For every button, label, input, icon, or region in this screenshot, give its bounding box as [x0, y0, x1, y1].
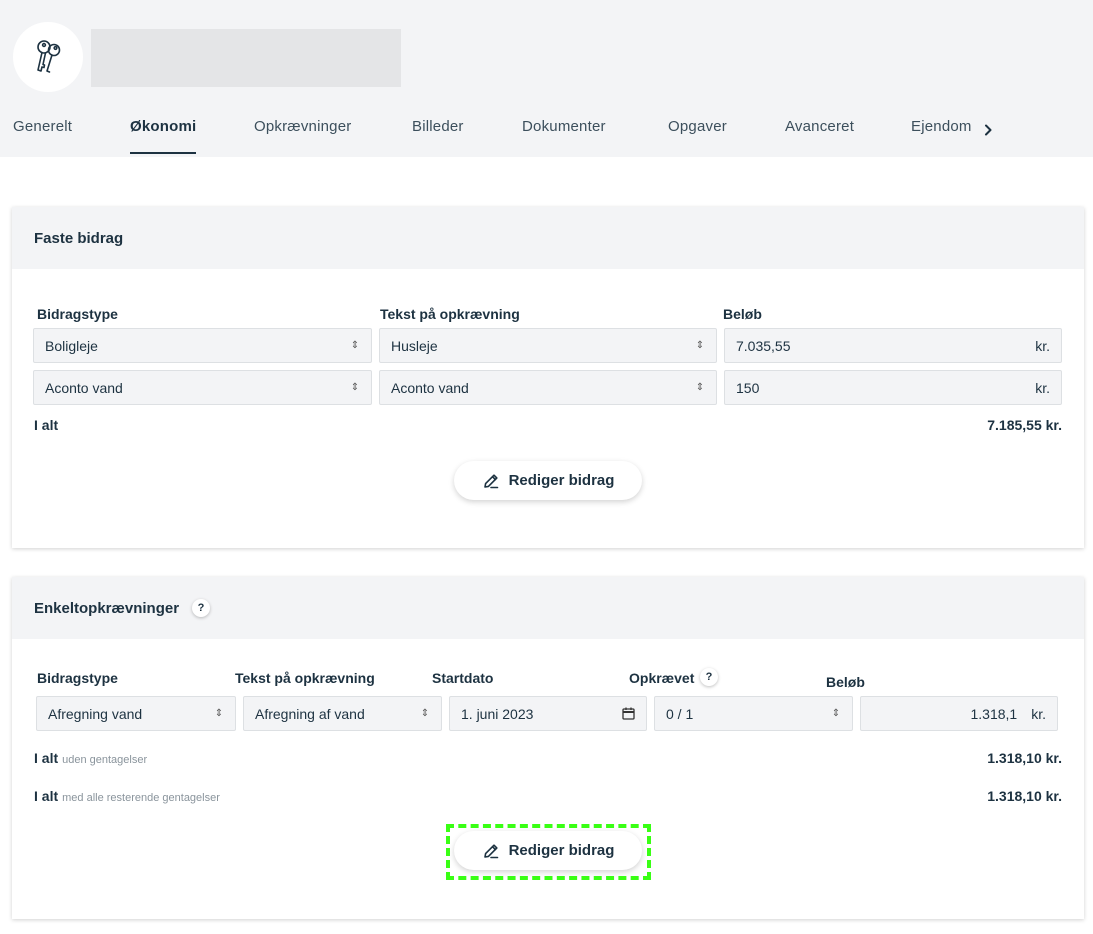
edit-bidrag-button[interactable]: Rediger bidrag [454, 461, 642, 500]
belob-input[interactable]: 150 kr. [724, 370, 1062, 405]
total-value: 7.185,55 kr. [987, 417, 1062, 433]
enkelt-header: Enkeltopkrævninger ? [12, 577, 1084, 639]
col-label-opkraevet: Opkrævet [629, 670, 695, 686]
col-label-belob: Beløb [826, 674, 865, 690]
help-icon[interactable]: ? [700, 668, 718, 686]
tab-generelt[interactable]: Generelt [13, 118, 72, 135]
select-arrow-icon: ⇕ [695, 382, 705, 393]
faste-bidrag-title: Faste bidrag [12, 207, 1084, 269]
total-med-gentagelser-label: I alt med alle resterende gentagelser [34, 788, 220, 804]
select-arrow-icon: ⇕ [214, 708, 224, 719]
select-arrow-icon: ⇕ [831, 708, 841, 719]
tekst-select[interactable]: Aconto vand ⇕ [379, 370, 717, 405]
bidragstype-select[interactable]: Aconto vand ⇕ [33, 370, 372, 405]
belob-input[interactable]: 1.318,1 kr. [860, 696, 1058, 731]
startdato-input[interactable]: 1. juni 2023 [449, 696, 647, 731]
tab-billeder[interactable]: Billeder [412, 118, 464, 135]
faste-bidrag-card: Faste bidrag Bidragstype Tekst på opkræv… [12, 207, 1084, 548]
tekst-select[interactable]: Husleje ⇕ [379, 328, 717, 363]
col-label-tekst: Tekst på opkrævning [380, 306, 520, 322]
opkraevet-select[interactable]: 0 / 1 ⇕ [654, 696, 853, 731]
tab-avanceret[interactable]: Avanceret [785, 118, 854, 135]
avatar [13, 22, 83, 92]
total-uden-gentagelser-label: I alt uden gentagelser [34, 750, 148, 766]
belob-input[interactable]: 7.035,55 kr. [724, 328, 1062, 363]
select-arrow-icon: ⇕ [350, 382, 360, 393]
help-icon[interactable]: ? [192, 599, 211, 617]
tab-ejendom[interactable]: Ejendom [911, 118, 972, 135]
col-label-bidragstype: Bidragstype [37, 670, 118, 686]
enkeltopkraevninger-card: Enkeltopkrævninger ? Bidragstype Tekst p… [12, 577, 1084, 919]
col-label-tekst: Tekst på opkrævning [235, 670, 375, 686]
select-arrow-icon: ⇕ [350, 340, 360, 351]
pencil-icon [483, 843, 498, 858]
page-header: Generelt Økonomi Opkrævninger Billeder D… [0, 0, 1093, 157]
tab-opgaver[interactable]: Opgaver [668, 118, 727, 135]
total-label: I alt [34, 417, 59, 433]
tab-opkraevninger[interactable]: Opkrævninger [254, 118, 351, 135]
bidragstype-select[interactable]: Afregning vand ⇕ [36, 696, 236, 731]
pencil-icon [483, 473, 498, 488]
tekst-select[interactable]: Afregning af vand ⇕ [243, 696, 442, 731]
total-uden-gentagelser-value: 1.318,10 kr. [987, 750, 1062, 766]
edit-bidrag-button[interactable]: Rediger bidrag [454, 831, 642, 870]
tab-dokumenter[interactable]: Dokumenter [522, 118, 606, 135]
col-label-bidragstype: Bidragstype [37, 306, 118, 322]
total-med-gentagelser-value: 1.318,10 kr. [987, 788, 1062, 804]
col-label-startdato: Startdato [432, 670, 494, 686]
title-placeholder [91, 29, 401, 87]
select-arrow-icon: ⇕ [695, 340, 705, 351]
col-label-belob: Beløb [723, 306, 762, 322]
enkelt-title: Enkeltopkrævninger [34, 599, 180, 617]
keys-icon [37, 40, 61, 73]
bidragstype-select[interactable]: Boligleje ⇕ [33, 328, 372, 363]
chevron-right-icon[interactable] [982, 124, 994, 136]
tab-okonomi[interactable]: Økonomi [130, 118, 197, 154]
select-arrow-icon: ⇕ [420, 708, 430, 719]
calendar-icon[interactable] [622, 707, 635, 720]
tab-bar: Generelt Økonomi Opkrævninger Billeder D… [0, 118, 1093, 157]
